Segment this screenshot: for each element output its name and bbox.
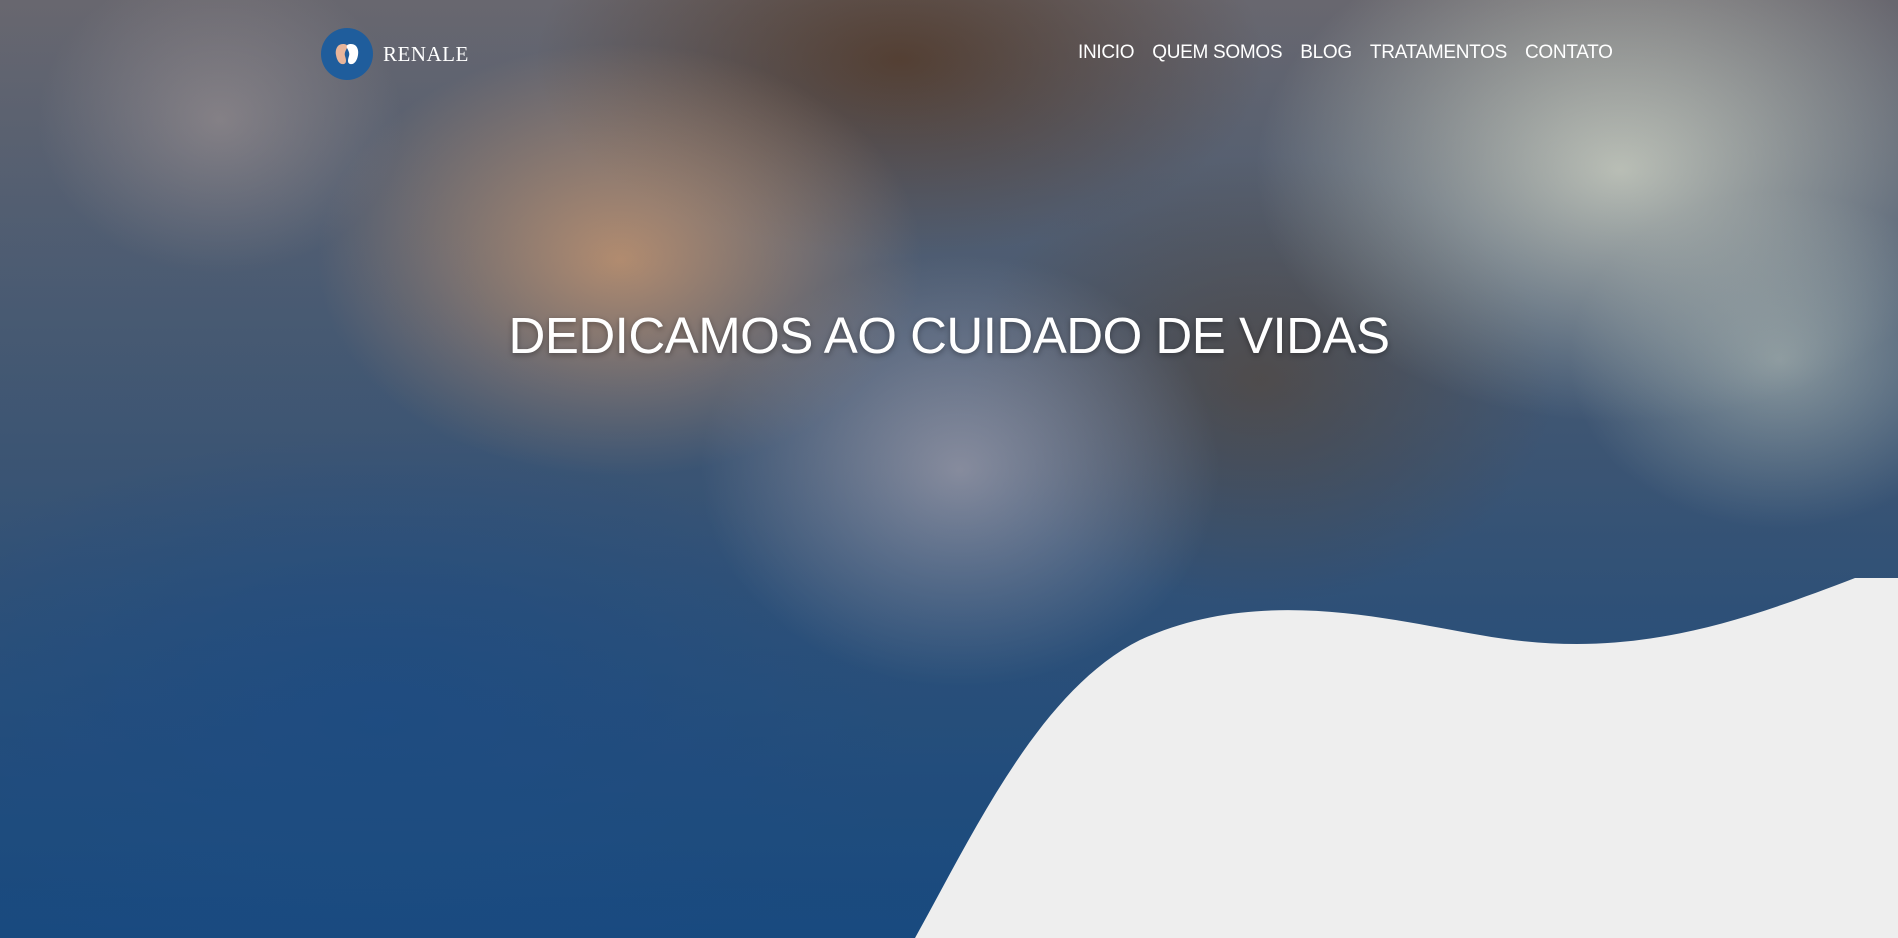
site-logo[interactable]: RENALE <box>321 28 469 80</box>
logo-text: RENALE <box>383 41 469 66</box>
nav-item-blog[interactable]: BLOG <box>1300 42 1352 64</box>
kidney-icon <box>321 28 373 80</box>
nav-item-contato[interactable]: CONTATO <box>1525 42 1613 64</box>
hero-headline: DEDICAMOS AO CUIDADO DE VIDAS <box>508 307 1391 364</box>
nav-item-quem-somos[interactable]: QUEM SOMOS <box>1152 42 1282 64</box>
nav-item-inicio[interactable]: INICIO <box>1078 42 1135 64</box>
wave-divider <box>915 578 1898 938</box>
hero-section: RENALE INICIO QUEM SOMOS BLOG TRATAMENTO… <box>0 0 1898 938</box>
nav-item-tratamentos[interactable]: TRATAMENTOS <box>1370 42 1507 64</box>
main-nav: INICIO QUEM SOMOS BLOG TRATAMENTOS CONTA… <box>1078 42 1613 64</box>
